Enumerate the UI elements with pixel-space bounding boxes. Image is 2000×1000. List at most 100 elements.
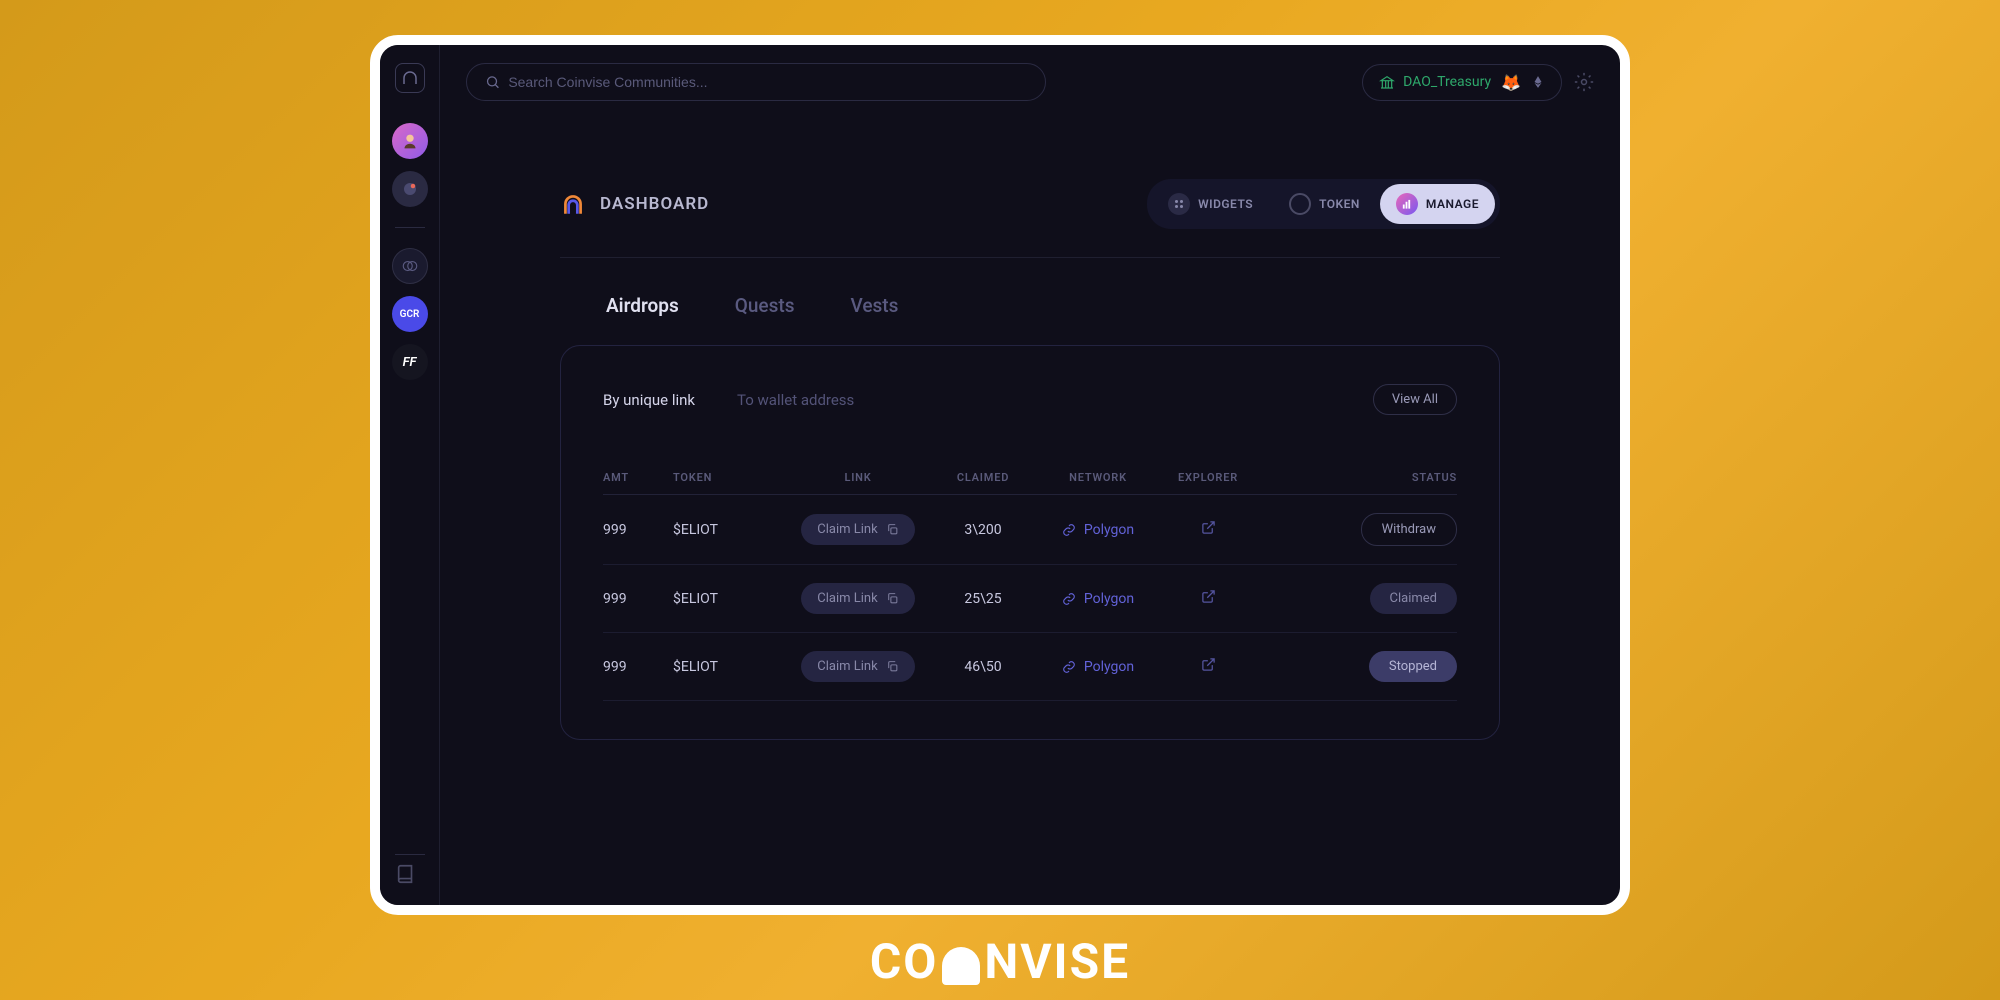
ethereum-icon: [1531, 75, 1545, 89]
table-row: 999 $ELIOT Claim Link 46\50 Polygon Stop…: [603, 633, 1457, 701]
sidebar-item-ff[interactable]: FF: [392, 344, 428, 380]
wallet-label: DAO_Treasury: [1379, 74, 1491, 90]
col-network: NETWORK: [1033, 471, 1163, 484]
status-pill: Stopped: [1369, 651, 1457, 682]
wallet-button[interactable]: DAO_Treasury 🦊: [1362, 64, 1562, 101]
cell-token: $ELIOT: [673, 522, 783, 538]
col-link: LINK: [783, 471, 933, 484]
widgets-icon: [1168, 193, 1190, 215]
app-frame: GCR FF DAO_Treasury 🦊: [370, 35, 1630, 915]
toggle-token-label: TOKEN: [1319, 197, 1360, 211]
view-all-button[interactable]: View All: [1373, 384, 1457, 415]
sidebar-bottom: [395, 846, 425, 889]
cell-token: $ELIOT: [673, 591, 783, 607]
page-title: DASHBOARD: [560, 191, 709, 217]
gear-icon[interactable]: [1574, 72, 1594, 92]
cell-network[interactable]: Polygon: [1033, 591, 1163, 607]
claim-link-button[interactable]: Claim Link: [801, 514, 914, 545]
search-icon: [485, 74, 500, 90]
search-input[interactable]: [508, 74, 1027, 90]
subtab-wallet-address[interactable]: To wallet address: [737, 391, 854, 409]
brand-post: NVISE: [984, 933, 1130, 990]
brand-footer: CO NVISE: [870, 933, 1130, 990]
col-claimed: CLAIMED: [933, 471, 1033, 484]
cell-amt: 999: [603, 522, 673, 538]
cell-claimed: 25\25: [933, 591, 1033, 607]
content-tabs: Airdrops Quests Vests: [560, 258, 1500, 345]
dashboard-logo-icon: [560, 191, 586, 217]
tab-quests[interactable]: Quests: [735, 294, 795, 317]
cell-token: $ELIOT: [673, 659, 783, 675]
link-icon: [1062, 592, 1076, 606]
sidebar-separator: [395, 227, 425, 228]
col-explorer: EXPLORER: [1163, 471, 1253, 484]
arch-icon: [401, 69, 419, 87]
toggle-widgets-label: WIDGETS: [1198, 197, 1253, 211]
cell-explorer[interactable]: [1163, 589, 1253, 608]
sidebar-logo[interactable]: [395, 63, 425, 93]
subtab-unique-link[interactable]: By unique link: [603, 391, 695, 409]
sidebar-separator-bottom: [395, 854, 425, 855]
token-icon: [1289, 193, 1311, 215]
search-box[interactable]: [466, 63, 1046, 101]
col-status: STATUS: [1253, 471, 1457, 484]
cell-network[interactable]: Polygon: [1033, 522, 1163, 538]
table-row: 999 $ELIOT Claim Link 3\200 Polygon With…: [603, 495, 1457, 565]
col-token: TOKEN: [673, 471, 783, 484]
avatar-icon: [399, 130, 421, 152]
topbar: DAO_Treasury 🦊: [440, 45, 1620, 119]
copy-icon: [886, 523, 899, 536]
page-header: DASHBOARD WIDGETS TOKEN: [560, 119, 1500, 258]
globe-icon: [401, 180, 419, 198]
fox-icon: 🦊: [1501, 73, 1521, 92]
page-title-text: DASHBOARD: [600, 194, 709, 214]
toggle-widgets[interactable]: WIDGETS: [1152, 184, 1269, 224]
external-link-icon: [1201, 589, 1216, 604]
status-pill: Claimed: [1370, 583, 1457, 614]
brand-pre: CO: [870, 933, 939, 990]
sidebar: GCR FF: [380, 45, 440, 905]
claim-link-button[interactable]: Claim Link: [801, 651, 914, 682]
tab-airdrops[interactable]: Airdrops: [606, 294, 679, 317]
link-icon: [1062, 523, 1076, 537]
external-link-icon: [1201, 520, 1216, 535]
sidebar-item-3[interactable]: [392, 248, 428, 284]
external-link-icon: [1201, 657, 1216, 672]
manage-icon: [1396, 193, 1418, 215]
copy-icon: [886, 592, 899, 605]
link-icon: [1062, 660, 1076, 674]
cell-amt: 999: [603, 591, 673, 607]
card-header: By unique link To wallet address View Al…: [603, 384, 1457, 415]
brand-arch-icon: [942, 947, 980, 985]
wallet-name: DAO_Treasury: [1403, 74, 1491, 90]
sidebar-item-gcr[interactable]: GCR: [392, 296, 428, 332]
copy-icon: [886, 660, 899, 673]
tab-vests[interactable]: Vests: [850, 294, 898, 317]
airdrops-table: AMT TOKEN LINK CLAIMED NETWORK EXPLORER …: [603, 457, 1457, 701]
col-amt: AMT: [603, 471, 673, 484]
table-body: 999 $ELIOT Claim Link 3\200 Polygon With…: [603, 495, 1457, 701]
table-row: 999 $ELIOT Claim Link 25\25 Polygon Clai…: [603, 565, 1457, 633]
circles-icon: [401, 257, 419, 275]
claim-link-button[interactable]: Claim Link: [801, 583, 914, 614]
toggle-manage-label: MANAGE: [1426, 197, 1479, 211]
sidebar-item-2[interactable]: [392, 171, 428, 207]
sidebar-profile[interactable]: [392, 123, 428, 159]
toggle-manage[interactable]: MANAGE: [1380, 184, 1495, 224]
table-header: AMT TOKEN LINK CLAIMED NETWORK EXPLORER …: [603, 457, 1457, 495]
toggle-token[interactable]: TOKEN: [1273, 184, 1376, 224]
main: DAO_Treasury 🦊 DASHBOARD: [440, 45, 1620, 905]
cell-explorer[interactable]: [1163, 520, 1253, 539]
status-pill[interactable]: Withdraw: [1361, 513, 1457, 546]
topbar-right: DAO_Treasury 🦊: [1362, 64, 1594, 101]
cell-amt: 999: [603, 659, 673, 675]
bank-icon: [1379, 74, 1395, 90]
view-toggle: WIDGETS TOKEN MANAGE: [1147, 179, 1500, 229]
airdrops-card: By unique link To wallet address View Al…: [560, 345, 1500, 740]
cell-claimed: 3\200: [933, 522, 1033, 538]
book-icon[interactable]: [395, 863, 417, 885]
content: DASHBOARD WIDGETS TOKEN: [440, 119, 1620, 760]
cell-explorer[interactable]: [1163, 657, 1253, 676]
cell-claimed: 46\50: [933, 659, 1033, 675]
cell-network[interactable]: Polygon: [1033, 659, 1163, 675]
